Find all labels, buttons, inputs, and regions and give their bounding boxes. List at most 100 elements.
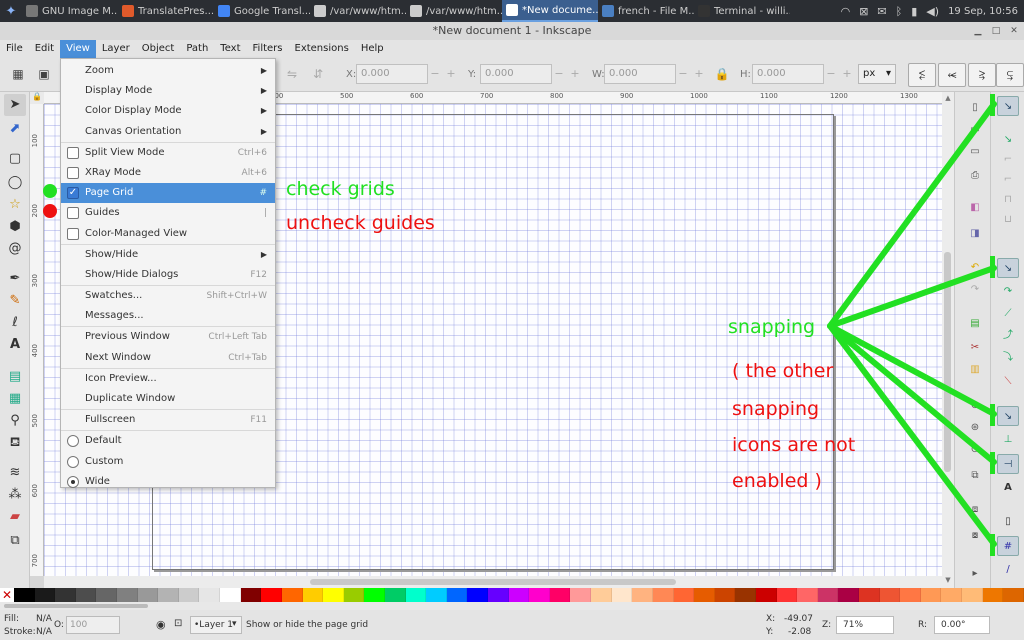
color-swatch[interactable] (34, 588, 56, 602)
snap-midpoint-icon[interactable]: ⟍ (997, 372, 1019, 392)
node-tool-icon[interactable]: ⬈ (4, 118, 26, 140)
layer-lock-icon[interactable]: ⊡ (174, 618, 182, 629)
w-decrement-button[interactable]: − (676, 64, 690, 84)
scale-corners-button[interactable]: ⥷ (938, 63, 966, 87)
menu-filters[interactable]: Filters (247, 40, 289, 58)
menu-text[interactable]: Text (214, 40, 246, 58)
view-menu-item-show-hide-dialogs[interactable]: Show/Hide Dialogs F12 (61, 265, 275, 285)
color-swatch[interactable] (75, 588, 97, 602)
view-menu-item-page-grid[interactable]: ✓ Page Grid # (61, 183, 275, 204)
mail-icon[interactable]: ✉ (877, 5, 886, 18)
snap-bbox-center-icon[interactable]: ⊔ (997, 210, 1019, 230)
calligraphy-tool-icon[interactable]: ℓ (4, 312, 26, 334)
view-menu-item-zoom[interactable]: Zoom ▶ (61, 61, 275, 81)
taskbar-task[interactable]: Google Transl... (214, 0, 310, 22)
menu-file[interactable]: File (0, 40, 29, 58)
snap-others-icon[interactable]: ↘ (997, 406, 1019, 426)
view-menu-item-messages[interactable]: Messages... (61, 306, 275, 326)
save-icon[interactable]: ▭ (967, 144, 983, 160)
color-swatch[interactable] (302, 588, 324, 602)
ellipse-tool-icon[interactable]: ◯ (4, 172, 26, 194)
zoom-field[interactable]: 71% (836, 616, 894, 634)
color-swatch[interactable] (735, 588, 756, 602)
view-menu-item-fullscreen[interactable]: Fullscreen F11 (61, 410, 275, 430)
view-menu-item-canvas-orientation[interactable]: Canvas Orientation ▶ (61, 122, 275, 142)
color-swatch[interactable] (508, 588, 530, 602)
color-swatch[interactable] (962, 588, 983, 602)
snap-intersection-icon[interactable]: ⟋ (997, 304, 1019, 324)
clock[interactable]: 19 Sep, 10:56 (948, 6, 1018, 17)
snap-cusp-icon[interactable]: ⤴ (997, 326, 1019, 346)
palette-scrollbar[interactable] (0, 602, 1024, 610)
color-swatch[interactable] (694, 588, 715, 602)
color-swatch[interactable] (652, 588, 674, 602)
snap-bbox-midpoint-icon[interactable]: ⊓ (997, 190, 1019, 210)
text-tool-icon[interactable]: A (4, 334, 26, 356)
taskbar-task[interactable]: GNU Image M... (22, 0, 118, 22)
opacity-field[interactable]: 100 (66, 616, 120, 634)
eraser-tool-icon[interactable]: ▰ (4, 506, 26, 528)
redo-icon[interactable]: ↷ (967, 282, 983, 298)
snap-bbox-corner-icon[interactable]: ⌐ (997, 170, 1019, 190)
color-swatch[interactable] (549, 588, 571, 602)
select-all-icon[interactable]: ▦ (8, 64, 28, 84)
color-swatch[interactable] (281, 588, 303, 602)
color-swatch[interactable] (384, 588, 406, 602)
move-gradients-button[interactable]: ⥸ (968, 63, 996, 87)
flip-horizontal-icon[interactable]: ⇋ (282, 64, 302, 84)
color-swatch[interactable] (323, 588, 344, 602)
color-swatch[interactable] (817, 588, 839, 602)
color-swatch[interactable] (611, 588, 633, 602)
color-swatch[interactable] (1003, 588, 1024, 602)
taskbar-task[interactable]: TranslatePres... (118, 0, 214, 22)
color-swatch[interactable] (55, 588, 76, 602)
fill-value[interactable]: N/A (36, 614, 52, 624)
view-menu-item-previous-window[interactable]: Previous Window Ctrl+Left Tab (61, 327, 275, 347)
snap-guides-icon[interactable]: / (997, 560, 1019, 580)
view-menu-item-split-view-mode[interactable]: Split View Mode Ctrl+6 (61, 143, 275, 163)
guide-lock-icon[interactable]: 🔒 (30, 92, 44, 104)
checkbox-icon[interactable] (67, 166, 79, 179)
pencil-tool-icon[interactable]: ✎ (4, 290, 26, 312)
taskbar-task[interactable]: /var/www/htm... (310, 0, 406, 22)
selector-tool-icon[interactable]: ➤ (4, 94, 26, 116)
connector-tool-icon[interactable]: ⧉ (4, 530, 26, 552)
menu-path[interactable]: Path (180, 40, 214, 58)
copy-icon[interactable]: ▤ (967, 316, 983, 332)
checkbox-icon[interactable] (67, 207, 79, 220)
layer-dropdown-icon[interactable]: ▾ (232, 619, 237, 629)
color-swatch[interactable] (570, 588, 592, 602)
volume-icon[interactable]: ◀) (926, 5, 939, 18)
battery-sleep-icon[interactable]: ⊠ (859, 5, 868, 18)
color-swatch[interactable] (858, 588, 880, 602)
scroll-down-icon[interactable]: ▼ (944, 576, 952, 584)
visibility-eye-icon[interactable]: ◉ (156, 618, 166, 631)
view-menu-item-xray-mode[interactable]: XRay Mode Alt+6 (61, 163, 275, 183)
color-swatch[interactable] (673, 588, 695, 602)
color-swatch[interactable] (797, 588, 818, 602)
taskbar-task[interactable]: *New docume... (502, 0, 598, 22)
color-swatch[interactable] (158, 588, 179, 602)
h-field[interactable]: 0.000 (752, 64, 824, 84)
color-swatch[interactable] (755, 588, 777, 602)
vertical-scrollbar[interactable]: ▲ ▼ (942, 92, 954, 588)
color-swatch[interactable] (776, 588, 798, 602)
radio-icon[interactable] (67, 435, 79, 448)
export-icon[interactable]: ◨ (967, 226, 983, 242)
paste-icon[interactable]: ▥ (967, 362, 983, 378)
x-increment-button[interactable]: + (444, 64, 458, 84)
spiral-tool-icon[interactable]: @ (4, 238, 26, 260)
lock-icon[interactable]: 🔒 (712, 64, 732, 84)
taskbar-task[interactable]: french - File M... (598, 0, 694, 22)
rectangle-tool-icon[interactable]: ▢ (4, 148, 26, 170)
snap-object-center-icon[interactable]: ⊥ (997, 430, 1019, 450)
y-field[interactable]: 0.000 (480, 64, 552, 84)
color-swatch[interactable] (446, 588, 468, 602)
close-icon[interactable]: ✕ (1008, 25, 1020, 37)
scroll-up-icon[interactable]: ▲ (944, 94, 952, 102)
vertical-scroll-thumb[interactable] (944, 252, 951, 472)
maximize-icon[interactable]: □ (990, 25, 1002, 37)
x-decrement-button[interactable]: − (428, 64, 442, 84)
snap-enable-icon[interactable]: ↘ (997, 96, 1019, 116)
view-menu-item-icon-preview[interactable]: Icon Preview... (61, 369, 275, 389)
